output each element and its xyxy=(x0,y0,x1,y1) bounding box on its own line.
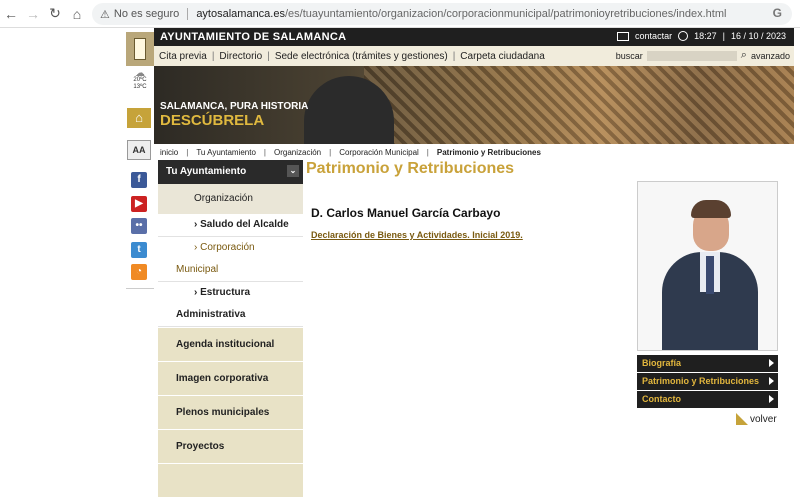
sidebar-subitem-label: › Corporación xyxy=(194,242,255,253)
sidebar-header-label: Tu Ayuntamiento xyxy=(166,166,247,177)
sidebar-subitem-label-cont: Municipal xyxy=(176,264,219,275)
mayor-photo xyxy=(637,181,778,351)
forward-arrow-icon[interactable]: → xyxy=(22,6,44,22)
sidebar-subitem-label: › Saludo del Alcalde xyxy=(194,219,289,230)
search-area: buscar ⌕ avanzado xyxy=(616,49,790,62)
arrow-right-icon xyxy=(769,359,774,367)
home-button[interactable]: ⌂ xyxy=(127,108,151,128)
breadcrumb-separator: | xyxy=(186,148,189,157)
temp-low: 13ºC xyxy=(133,84,147,90)
sidebar-item-next[interactable] xyxy=(158,463,303,497)
top-menu: Cita previa | Directorio | Sede electrón… xyxy=(154,46,794,66)
profile-menu-patrimonio[interactable]: Patrimonio y Retribuciones xyxy=(637,373,778,390)
profile-menu-label: Biografía xyxy=(642,358,682,368)
search-input[interactable] xyxy=(646,50,737,61)
photo-tie xyxy=(706,256,714,294)
chevron-down-icon[interactable]: ⌄ xyxy=(287,165,299,177)
breadcrumb-organizacion[interactable]: Organización xyxy=(274,148,321,157)
url-separator xyxy=(187,8,189,20)
city-crest-logo[interactable] xyxy=(126,32,154,66)
sidebar-subitem-label: › Estructura xyxy=(194,287,251,298)
search-icon[interactable]: ⌕ xyxy=(741,49,747,62)
rss-icon[interactable]: ◔ xyxy=(131,264,147,280)
sidebar-subitem-saludo[interactable]: › Saludo del Alcalde xyxy=(158,214,303,237)
facebook-icon[interactable]: f xyxy=(131,172,147,188)
breadcrumb-separator: | xyxy=(263,148,266,157)
declaration-link[interactable]: Declaración de Bienes y Actividades. Ini… xyxy=(311,230,523,240)
site-title[interactable]: AYUNTAMIENTO DE SALAMANCA xyxy=(160,31,346,43)
banner-text: SALAMANCA, PURA HISTORIA DESCÚBRELA xyxy=(160,101,308,129)
twitter-icon[interactable]: t xyxy=(131,242,147,258)
breadcrumb: inicio | Tu Ayuntamiento | Organización … xyxy=(160,148,541,157)
sidebar-item-agenda[interactable]: Agenda institucional xyxy=(158,327,303,361)
back-icon xyxy=(736,413,748,425)
sidebar-item-plenos[interactable]: Plenos municipales xyxy=(158,395,303,429)
arrow-right-icon xyxy=(769,377,774,385)
arrow-right-icon xyxy=(769,395,774,403)
sidebar-subitem-label-cont: Administrativa xyxy=(176,309,246,320)
contact-link[interactable]: contactar xyxy=(635,31,672,41)
breadcrumb-separator: | xyxy=(426,148,429,157)
menu-directorio[interactable]: Directorio xyxy=(214,51,267,62)
sidebar-item-imagen[interactable]: Imagen corporativa xyxy=(158,361,303,395)
breadcrumb-corporacion[interactable]: Corporación Municipal xyxy=(339,148,419,157)
topbar-right: contactar 18:27 | 16 / 10 / 2023 xyxy=(617,31,786,41)
profile-menu-label: Patrimonio y Retribuciones xyxy=(642,376,760,386)
menu-carpeta-ciudadana[interactable]: Carpeta ciudadana xyxy=(455,51,550,62)
breadcrumb-separator: | xyxy=(329,148,332,157)
sidebar-subitem-corporacion[interactable]: › Corporación Municipal xyxy=(158,237,303,282)
cloud-icon: ☁ xyxy=(135,68,145,79)
profile-menu-biografia[interactable]: Biografía xyxy=(637,355,778,372)
back-arrow-icon[interactable]: ← xyxy=(0,6,22,22)
back-link[interactable]: volver xyxy=(736,413,777,425)
url-host: aytosalamanca.es xyxy=(196,8,285,20)
photo-hair xyxy=(691,200,731,218)
profile-menu-label: Contacto xyxy=(642,394,681,404)
mail-icon[interactable] xyxy=(617,31,630,41)
browser-toolbar: ← → ↻ ⌂ ⚠ No es seguro aytosalamanca.es /… xyxy=(0,0,800,28)
crest-shape xyxy=(134,38,146,60)
youtube-icon[interactable]: ▶ xyxy=(131,196,147,212)
warning-icon[interactable]: ⚠ xyxy=(100,8,110,21)
font-size-button[interactable]: AA xyxy=(127,140,151,160)
sidebar-item-proyectos[interactable]: Proyectos xyxy=(158,429,303,463)
menu-sede-electronica[interactable]: Sede electrónica (trámites y gestiones) xyxy=(270,51,453,62)
reload-icon[interactable]: ↻ xyxy=(44,5,66,22)
url-path: /es/tuayuntamiento/organizacion/corporac… xyxy=(284,8,727,20)
banner-stone-carving xyxy=(364,66,794,144)
advanced-search-link[interactable]: avanzado xyxy=(751,51,790,61)
profile-menu-contacto[interactable]: Contacto xyxy=(637,391,778,408)
current-time: 18:27 xyxy=(694,31,717,41)
home-icon[interactable]: ⌂ xyxy=(66,6,88,22)
address-bar[interactable]: ⚠ No es seguro aytosalamanca.es/es/tuayu… xyxy=(92,3,792,25)
breadcrumb-inicio[interactable]: inicio xyxy=(160,148,178,157)
back-label: volver xyxy=(750,413,777,425)
menu-cita-previa[interactable]: Cita previa xyxy=(154,51,212,62)
site-topbar: AYUNTAMIENTO DE SALAMANCA contactar 18:2… xyxy=(154,28,794,46)
temp-high: 20ºC xyxy=(133,77,147,83)
security-warning-text[interactable]: No es seguro xyxy=(114,8,179,20)
person-name: D. Carlos Manuel García Carbayo xyxy=(311,206,501,220)
time-date-separator: | xyxy=(722,31,725,41)
banner-tagline: SALAMANCA, PURA HISTORIA xyxy=(160,101,309,112)
weather-widget: ☁ 20ºC 13ºC xyxy=(126,68,154,91)
sidebar-subitem-estructura[interactable]: › Estructura Administrativa xyxy=(158,282,303,327)
rail-divider xyxy=(126,288,154,289)
section-sidebar: Tu Ayuntamiento ⌄ Organización › Saludo … xyxy=(158,160,303,497)
left-rail: ☁ 20ºC 13ºC ⌂ AA f ▶ •• t ◔ xyxy=(126,28,154,476)
sidebar-header[interactable]: Tu Ayuntamiento ⌄ xyxy=(158,160,303,184)
flickr-icon[interactable]: •• xyxy=(131,218,147,234)
breadcrumb-current: Patrimonio y Retribuciones xyxy=(436,148,541,157)
page-title: Patrimonio y Retribuciones xyxy=(306,160,515,177)
breadcrumb-tu-ayuntamiento[interactable]: Tu Ayuntamiento xyxy=(196,148,256,157)
profile-menu: Biografía Patrimonio y Retribuciones Con… xyxy=(637,355,778,409)
hero-banner[interactable]: SALAMANCA, PURA HISTORIA DESCÚBRELA xyxy=(154,66,794,144)
clock-icon xyxy=(678,31,689,41)
sidebar-item-organizacion[interactable]: Organización xyxy=(158,184,303,214)
banner-cta: DESCÚBRELA xyxy=(160,112,265,129)
current-date: 16 / 10 / 2023 xyxy=(730,31,786,41)
google-icon[interactable]: G xyxy=(773,6,782,20)
search-label: buscar xyxy=(615,50,643,61)
